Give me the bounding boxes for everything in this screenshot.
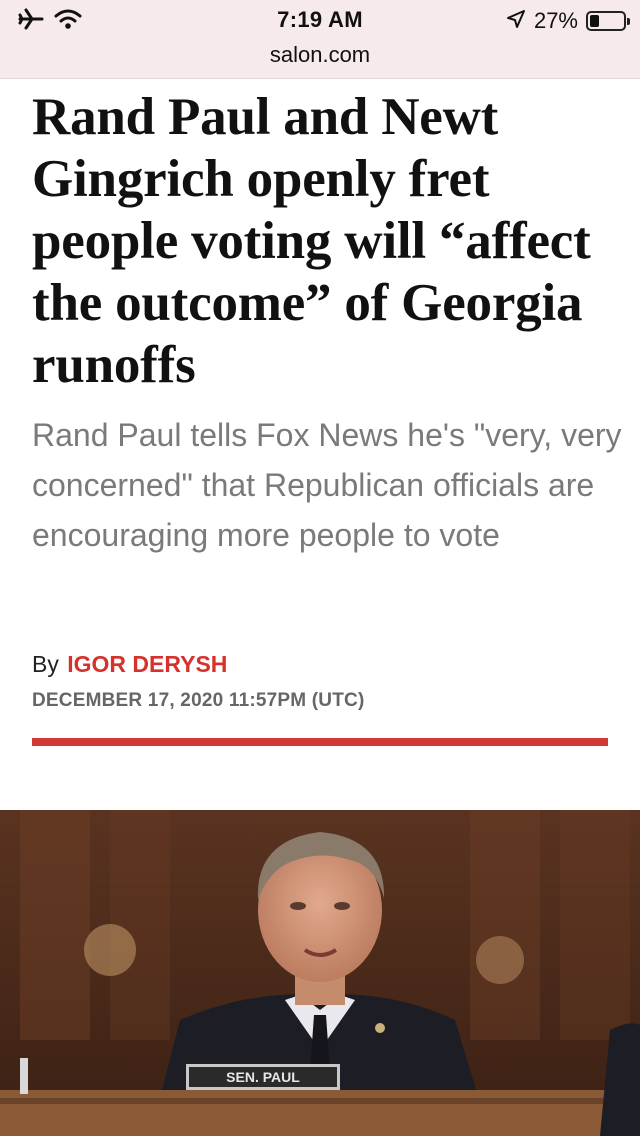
hero-image[interactable]: SEN. PAUL	[0, 810, 640, 1136]
battery-fill	[590, 15, 599, 27]
nameplate-text: SEN. PAUL	[226, 1069, 300, 1085]
article-headline: Rand Paul and Newt Gingrich openly fret …	[32, 88, 591, 394]
address-url[interactable]: salon.com	[0, 42, 640, 68]
nameplate: SEN. PAUL	[186, 1064, 340, 1090]
status-bar: 7:19 AM 27% salon.com	[0, 0, 640, 79]
author-link[interactable]: IGOR DERYSH	[67, 651, 227, 677]
byline-prefix: By	[32, 651, 59, 677]
status-right-icons: 27%	[506, 8, 630, 34]
battery-icon	[586, 11, 630, 31]
article-dek: Rand Paul tells Fox News he's "very, ver…	[32, 417, 622, 553]
publish-date: DECEMBER 17, 2020 11:57PM (UTC)	[32, 690, 365, 711]
location-arrow-icon	[506, 9, 526, 34]
battery-percent: 27%	[533, 8, 578, 33]
byline: By IGOR DERYSH	[32, 651, 227, 678]
divider-rule	[32, 738, 608, 746]
